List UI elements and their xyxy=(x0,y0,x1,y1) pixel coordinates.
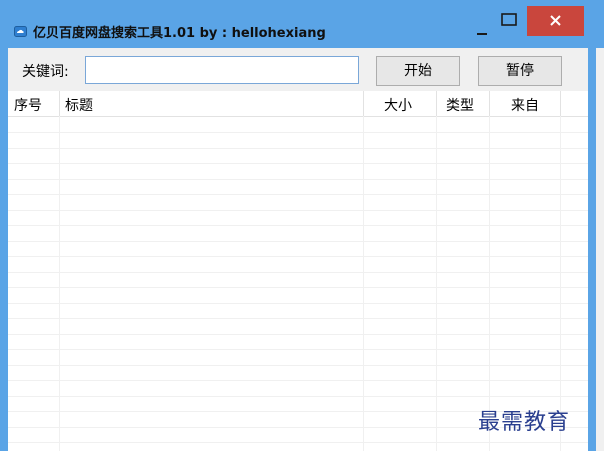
column-header-index[interactable]: 序号 xyxy=(14,95,42,115)
window-frame-left xyxy=(0,48,8,451)
results-list[interactable]: 序号 标题 大小 类型 来自 xyxy=(8,91,588,451)
pause-button[interactable]: 暂停 xyxy=(478,56,562,86)
column-header-source[interactable]: 来自 xyxy=(511,95,539,115)
watermark: 最需教育 xyxy=(478,410,571,435)
grid-line-horizontal xyxy=(8,163,588,164)
grid-line-horizontal xyxy=(8,442,588,443)
list-header: 序号 标题 大小 类型 来自 xyxy=(8,91,588,117)
grid-line-horizontal xyxy=(8,333,588,335)
grid-line-horizontal xyxy=(8,178,588,180)
grid-line-horizontal xyxy=(8,364,588,366)
column-header-title[interactable]: 标题 xyxy=(65,95,93,115)
grid-line-horizontal xyxy=(8,240,588,242)
grid-line-vertical xyxy=(59,116,60,451)
start-button[interactable]: 开始 xyxy=(376,56,460,86)
close-button[interactable] xyxy=(527,6,584,36)
grid-line-horizontal xyxy=(8,395,588,397)
column-header-type[interactable]: 类型 xyxy=(446,95,474,115)
client-area: 关键词: 开始 暂停 序号 标题 大小 类型 来自 xyxy=(8,48,588,451)
title-bar[interactable]: 亿贝百度网盘搜索工具1.01 by : hellohexiang xyxy=(0,0,604,48)
grid-line-horizontal xyxy=(8,209,588,211)
grid-line-vertical xyxy=(436,116,437,451)
column-separator[interactable] xyxy=(560,91,561,116)
grid-line-horizontal xyxy=(8,349,588,350)
window-title: 亿贝百度网盘搜索工具1.01 by : hellohexiang xyxy=(33,26,326,41)
grid-line-horizontal xyxy=(8,132,588,133)
keyword-input[interactable] xyxy=(85,56,359,84)
grid-line-horizontal xyxy=(8,302,588,304)
minimize-button[interactable] xyxy=(469,17,493,41)
column-separator[interactable] xyxy=(489,91,490,116)
column-header-size[interactable]: 大小 xyxy=(384,95,412,115)
keyword-label: 关键词: xyxy=(22,64,69,80)
grid-line-horizontal xyxy=(8,225,588,226)
grid-line-vertical xyxy=(363,116,364,451)
grid-line-vertical xyxy=(489,116,490,451)
grid-line-horizontal xyxy=(8,147,588,149)
grid-line-vertical xyxy=(560,116,561,451)
app-cloud-icon xyxy=(14,26,27,37)
grid-line-horizontal xyxy=(8,256,588,257)
grid-line-horizontal xyxy=(8,380,588,381)
maximize-button[interactable] xyxy=(496,12,524,36)
grid-line-horizontal xyxy=(8,318,588,319)
column-separator[interactable] xyxy=(363,91,364,116)
grid-line-horizontal xyxy=(8,271,588,273)
column-separator[interactable] xyxy=(59,91,60,116)
grid-line-horizontal xyxy=(8,194,588,195)
column-separator[interactable] xyxy=(436,91,437,116)
grid-line-horizontal xyxy=(8,287,588,288)
window-frame-right xyxy=(588,48,596,451)
app-window: 亿贝百度网盘搜索工具1.01 by : hellohexiang 关键词: 开始… xyxy=(0,0,604,451)
